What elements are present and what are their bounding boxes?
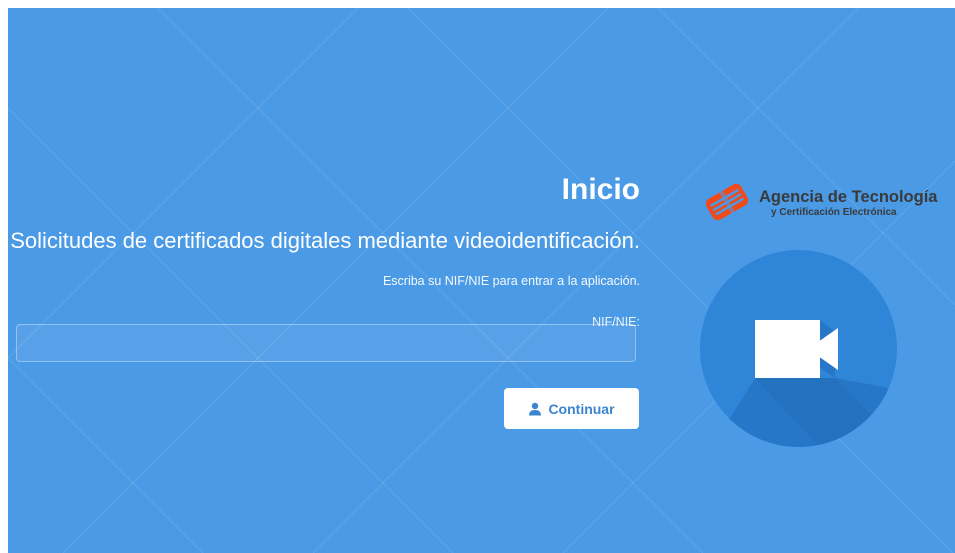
- login-panel: Inicio Solicitudes de certificados digit…: [8, 8, 955, 553]
- page-subtitle: Solicitudes de certificados digitales me…: [10, 228, 640, 253]
- video-camera-icon: [700, 250, 897, 447]
- agency-tagline: y Certificación Electrónica: [771, 207, 897, 218]
- nif-input[interactable]: [16, 324, 636, 362]
- agency-logo: Agencia de Tecnología y Certificación El…: [701, 178, 955, 228]
- continue-button[interactable]: Continuar: [504, 388, 639, 429]
- continue-button-label: Continuar: [548, 400, 615, 417]
- user-icon: [528, 402, 542, 416]
- page-title: Inicio: [561, 173, 640, 206]
- agency-name: Agencia de Tecnología: [759, 188, 938, 206]
- agency-logo-mark-icon: [705, 183, 749, 221]
- instruction-text: Escriba su NIF/NIE para entrar a la apli…: [382, 274, 640, 288]
